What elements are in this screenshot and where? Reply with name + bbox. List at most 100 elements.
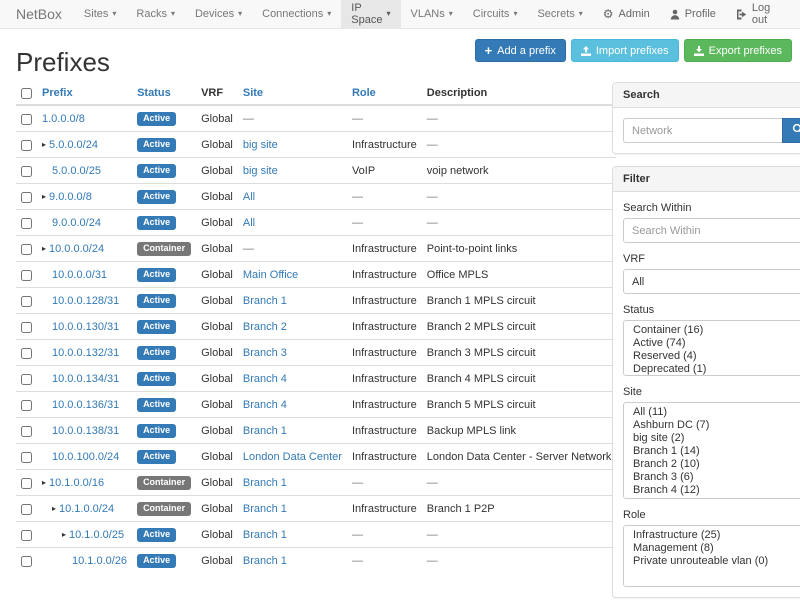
empty-value: — [427,555,438,567]
row-checkbox[interactable] [21,218,32,229]
nav-item-connections[interactable]: Connections▾ [252,0,341,28]
nav-item-circuits[interactable]: Circuits▾ [463,0,528,28]
nav-item-vlans[interactable]: VLANs▾ [401,0,463,28]
site-link[interactable]: Branch 4 [243,373,287,385]
prefix-table-container: Prefix Status VRF Site Role Description … [16,82,598,573]
row-checkbox[interactable] [21,322,32,333]
listbox-option[interactable]: Container (16) [624,324,800,337]
prefix-link[interactable]: 10.0.0.0/31 [52,269,107,281]
row-checkbox[interactable] [21,530,32,541]
site-link[interactable]: Branch 1 [243,295,287,307]
status-cell: Active [132,392,196,418]
prefix-link[interactable]: 10.0.100.0/24 [52,451,119,463]
prefix-link[interactable]: 9.0.0.0/24 [52,217,101,229]
site-link[interactable]: Branch 1 [243,477,287,489]
listbox-option[interactable]: Branch 3 (6) [624,471,800,484]
site-link[interactable]: All [243,191,255,203]
prefix-link[interactable]: 10.0.0.134/31 [52,373,119,385]
listbox-option[interactable]: Branch 1 (14) [624,445,800,458]
prefix-link[interactable]: 10.1.0.0/26 [72,555,127,567]
prefix-link[interactable]: 5.0.0.0/24 [49,139,98,151]
column-header-role[interactable]: Role [347,82,422,105]
import-prefixes-button[interactable]: Import prefixes [571,39,679,62]
nav-item-ip-space[interactable]: IP Space▾ [341,0,400,28]
prefix-link[interactable]: 10.1.0.0/16 [49,477,104,489]
listbox-option[interactable]: big site (2) [624,432,800,445]
prefix-link[interactable]: 10.0.0.136/31 [52,399,119,411]
listbox-option[interactable]: Private unrouteable vlan (0) [624,555,800,568]
row-checkbox[interactable] [21,426,32,437]
prefix-link[interactable]: 5.0.0.0/25 [52,165,101,177]
checkbox-cell [16,366,37,392]
listbox-option[interactable]: Active (74) [624,337,800,350]
row-checkbox[interactable] [21,400,32,411]
row-checkbox[interactable] [21,270,32,281]
listbox-option[interactable]: Deprecated (1) [624,363,800,376]
listbox-option[interactable]: All (11) [624,406,800,419]
site-listbox[interactable]: All (11)Ashburn DC (7)big site (2)Branch… [623,402,800,499]
row-checkbox[interactable] [21,504,32,515]
nav-item-sites[interactable]: Sites▾ [74,0,126,28]
row-checkbox[interactable] [21,166,32,177]
chevron-down-icon: ▾ [513,10,517,18]
listbox-option[interactable]: Infrastructure (25) [624,529,800,542]
site-link[interactable]: big site [243,139,278,151]
column-header-status[interactable]: Status [132,82,196,105]
listbox-option[interactable]: Branch 2 (10) [624,458,800,471]
search-button[interactable] [782,118,800,143]
row-checkbox[interactable] [21,348,32,359]
brand[interactable]: NetBox [0,0,74,28]
nav-item-devices[interactable]: Devices▾ [185,0,252,28]
prefix-link[interactable]: 10.0.0.132/31 [52,347,119,359]
site-link[interactable]: London Data Center [243,451,342,463]
row-checkbox[interactable] [21,140,32,151]
row-checkbox[interactable] [21,452,32,463]
row-checkbox[interactable] [21,114,32,125]
vrf-select[interactable]: All ▾ [623,269,800,294]
prefix-link[interactable]: 1.0.0.0/8 [42,113,85,125]
site-link[interactable]: Branch 1 [243,503,287,515]
site-link[interactable]: Branch 1 [243,555,287,567]
search-input[interactable] [623,118,782,143]
listbox-option[interactable]: Reserved (4) [624,350,800,363]
column-header-site[interactable]: Site [238,82,347,105]
admin-link[interactable]: ⚙ Admin [593,0,660,28]
row-checkbox[interactable] [21,192,32,203]
logout-link[interactable]: Log out [726,0,792,28]
site-link[interactable]: Branch 4 [243,399,287,411]
site-link[interactable]: Branch 1 [243,529,287,541]
site-link[interactable]: Branch 1 [243,425,287,437]
row-checkbox[interactable] [21,296,32,307]
status-listbox[interactable]: Container (16)Active (74)Reserved (4)Dep… [623,320,800,376]
row-checkbox[interactable] [21,478,32,489]
nav-item-secrets[interactable]: Secrets▾ [527,0,592,28]
prefix-link[interactable]: 10.0.0.130/31 [52,321,119,333]
prefix-link[interactable]: 10.0.0.128/31 [52,295,119,307]
role-listbox[interactable]: Infrastructure (25)Management (8)Private… [623,525,800,587]
row-checkbox[interactable] [21,244,32,255]
search-within-input[interactable] [623,218,800,243]
site-link[interactable]: Branch 3 [243,347,287,359]
export-prefixes-button[interactable]: Export prefixes [684,39,792,62]
profile-link[interactable]: Profile [660,0,726,28]
prefix-link[interactable]: 10.1.0.0/25 [69,529,124,541]
row-checkbox[interactable] [21,374,32,385]
search-icon [792,123,800,138]
column-header-prefix[interactable]: Prefix [37,82,132,105]
listbox-option[interactable]: Management (8) [624,542,800,555]
prefix-link[interactable]: 10.1.0.0/24 [59,503,114,515]
site-link[interactable]: All [243,217,255,229]
row-checkbox[interactable] [21,556,32,567]
nav-item-racks[interactable]: Racks▾ [126,0,185,28]
listbox-option[interactable]: Branch 5 (7) [624,497,800,499]
prefix-link[interactable]: 10.0.0.0/24 [49,243,104,255]
prefix-link[interactable]: 9.0.0.0/8 [49,191,92,203]
site-link[interactable]: Branch 2 [243,321,287,333]
select-all-checkbox[interactable] [21,88,32,99]
prefix-link[interactable]: 10.0.0.138/31 [52,425,119,437]
listbox-option[interactable]: Branch 4 (12) [624,484,800,497]
site-link[interactable]: big site [243,165,278,177]
add-prefix-button[interactable]: + Add a prefix [475,39,566,62]
listbox-option[interactable]: Ashburn DC (7) [624,419,800,432]
site-link[interactable]: Main Office [243,269,298,281]
